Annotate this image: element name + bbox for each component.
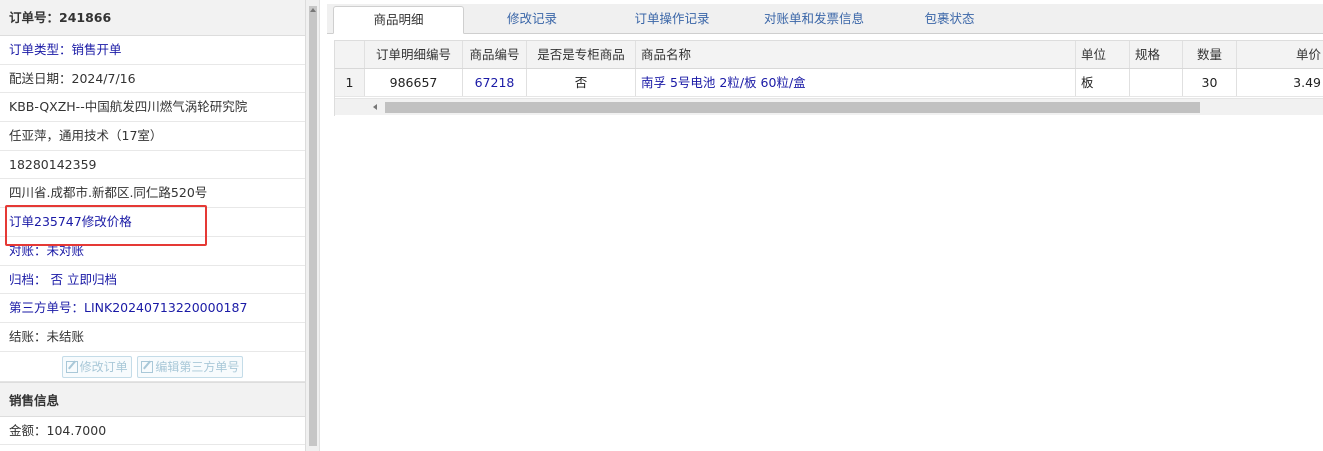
- order-type-row[interactable]: 订单类型：销售开单: [0, 36, 305, 65]
- horizontal-scrollbar-thumb[interactable]: [385, 102, 1200, 113]
- product-detail-grid: 订单明细编号 商品编号 是否是专柜商品 商品名称 单位 规格 数量 单价 1 9…: [334, 40, 1323, 116]
- edit-icon: [65, 360, 78, 373]
- cell-product-code-link[interactable]: 67218: [463, 69, 527, 96]
- grid-header-row: 订单明细编号 商品编号 是否是专柜商品 商品名称 单位 规格 数量 单价: [335, 41, 1323, 69]
- customer-org-row: KBB-QXZH--中国航发四川燃气涡轮研究院: [0, 93, 305, 123]
- row-number: 1: [335, 69, 365, 96]
- col-header-rownum: [335, 41, 365, 68]
- third-party-order-row[interactable]: 第三方单号：LINK20240713220000187: [0, 294, 305, 323]
- col-header-detail-id[interactable]: 订单明细编号: [365, 41, 463, 68]
- cell-spec: [1130, 69, 1183, 96]
- col-header-unit-price[interactable]: 单价: [1237, 41, 1323, 68]
- table-row[interactable]: 1 986657 67218 否 南孚 5号电池 2粒/板 60粒/盒 板 30…: [335, 69, 1323, 97]
- delivery-date-row: 配送日期：2024/7/16: [0, 65, 305, 94]
- col-header-unit[interactable]: 单位: [1076, 41, 1130, 68]
- cell-unit-price: 3.49: [1237, 69, 1323, 96]
- panel-scrollbar[interactable]: [306, 0, 320, 451]
- details-panel: 商品明细 修改记录 订单操作记录 对账单和发票信息 包裹状态 订单明细编号 商品…: [321, 0, 1323, 451]
- col-header-quantity[interactable]: 数量: [1183, 41, 1237, 68]
- contact-person-row: 任亚萍，通用技术（17室）: [0, 122, 305, 151]
- col-header-spec[interactable]: 规格: [1130, 41, 1183, 68]
- modify-order-label: 修改订单: [79, 359, 128, 374]
- sales-info-section-title: 销售信息: [0, 381, 305, 417]
- order-actions-row: 修改订单 编辑第三方单号: [0, 352, 305, 382]
- cell-counter-product: 否: [527, 69, 636, 96]
- col-header-counter-product[interactable]: 是否是专柜商品: [527, 41, 636, 68]
- cell-quantity: 30: [1183, 69, 1237, 96]
- tab-modification-records[interactable]: 修改记录: [477, 6, 587, 34]
- cell-detail-id: 986657: [365, 69, 463, 96]
- edit-icon: [141, 360, 154, 373]
- reconciliation-status-row[interactable]: 对账：未对账: [0, 237, 305, 266]
- col-header-product-name[interactable]: 商品名称: [636, 41, 1076, 68]
- tab-order-operation-records[interactable]: 订单操作记录: [607, 6, 737, 34]
- tab-statement-invoice-info[interactable]: 对账单和发票信息: [739, 6, 889, 34]
- tab-product-details[interactable]: 商品明细: [333, 6, 464, 34]
- settlement-status-row: 结账：未结账: [0, 323, 305, 352]
- cell-product-name-link[interactable]: 南孚 5号电池 2粒/板 60粒/盒: [636, 69, 1076, 96]
- modify-order-button[interactable]: 修改订单: [61, 355, 132, 378]
- tab-package-status[interactable]: 包裹状态: [897, 6, 1002, 34]
- archive-status-row[interactable]: 归档： 否 立即归档: [0, 266, 305, 295]
- tab-bar: 商品明细 修改记录 订单操作记录 对账单和发票信息 包裹状态: [327, 4, 1323, 34]
- phone-row: 18280142359: [0, 151, 305, 180]
- cell-unit: 板: [1076, 69, 1130, 96]
- order-info-panel: 订单号：241866 订单类型：销售开单 配送日期：2024/7/16 KBB-…: [0, 0, 306, 451]
- scroll-left-arrow-icon[interactable]: [373, 104, 377, 110]
- edit-third-party-number-button[interactable]: 编辑第三方单号: [137, 355, 244, 378]
- scroll-up-arrow-icon[interactable]: [310, 8, 316, 12]
- address-row: 四川省.成都市.新都区.同仁路520号: [0, 179, 305, 209]
- grid-horizontal-scrollbar[interactable]: [335, 98, 1323, 115]
- col-header-product-code[interactable]: 商品编号: [463, 41, 527, 68]
- amount-row: 金额：104.7000: [0, 417, 305, 446]
- scrollbar-thumb[interactable]: [309, 6, 317, 446]
- related-order-link[interactable]: 订单235747修改价格: [0, 208, 305, 237]
- edit-third-party-label: 编辑第三方单号: [155, 359, 240, 374]
- order-number-header: 订单号：241866: [0, 0, 305, 36]
